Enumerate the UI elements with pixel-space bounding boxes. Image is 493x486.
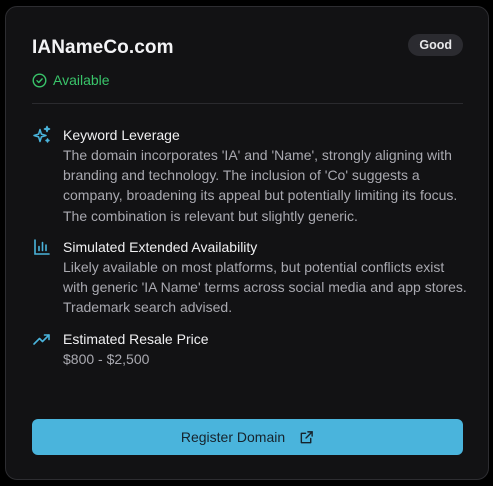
rating-badge: Good xyxy=(408,34,463,56)
keyword-leverage-section: Keyword Leverage The domain incorporates… xyxy=(32,125,468,226)
header-divider xyxy=(32,103,463,104)
sparkles-icon xyxy=(32,125,52,145)
resale-price-section: Estimated Resale Price $800 - $2,500 xyxy=(32,329,468,369)
section-text: Likely available on most platforms, but … xyxy=(63,259,467,316)
section-title: Simulated Extended Availability xyxy=(63,239,258,255)
price-range: $800 - $2,500 xyxy=(63,351,150,367)
trending-up-icon xyxy=(32,329,52,349)
availability-section: Simulated Extended Availability Likely a… xyxy=(32,237,468,318)
section-text: The domain incorporates 'IA' and 'Name',… xyxy=(63,147,458,224)
domain-result-card: IANameCo.com Good Available Keyword Leve… xyxy=(5,6,489,480)
section-title: Keyword Leverage xyxy=(63,127,180,143)
register-domain-label: Register Domain xyxy=(180,429,286,445)
section-title: Estimated Resale Price xyxy=(63,331,209,347)
bar-chart-icon xyxy=(32,237,52,257)
domain-name: IANameCo.com xyxy=(32,37,174,58)
register-domain-button[interactable]: Register Domain xyxy=(32,419,463,455)
availability-label: Available xyxy=(53,72,110,88)
external-link-icon xyxy=(299,430,314,445)
availability-status: Available xyxy=(32,72,110,88)
check-circle-icon xyxy=(32,73,47,88)
